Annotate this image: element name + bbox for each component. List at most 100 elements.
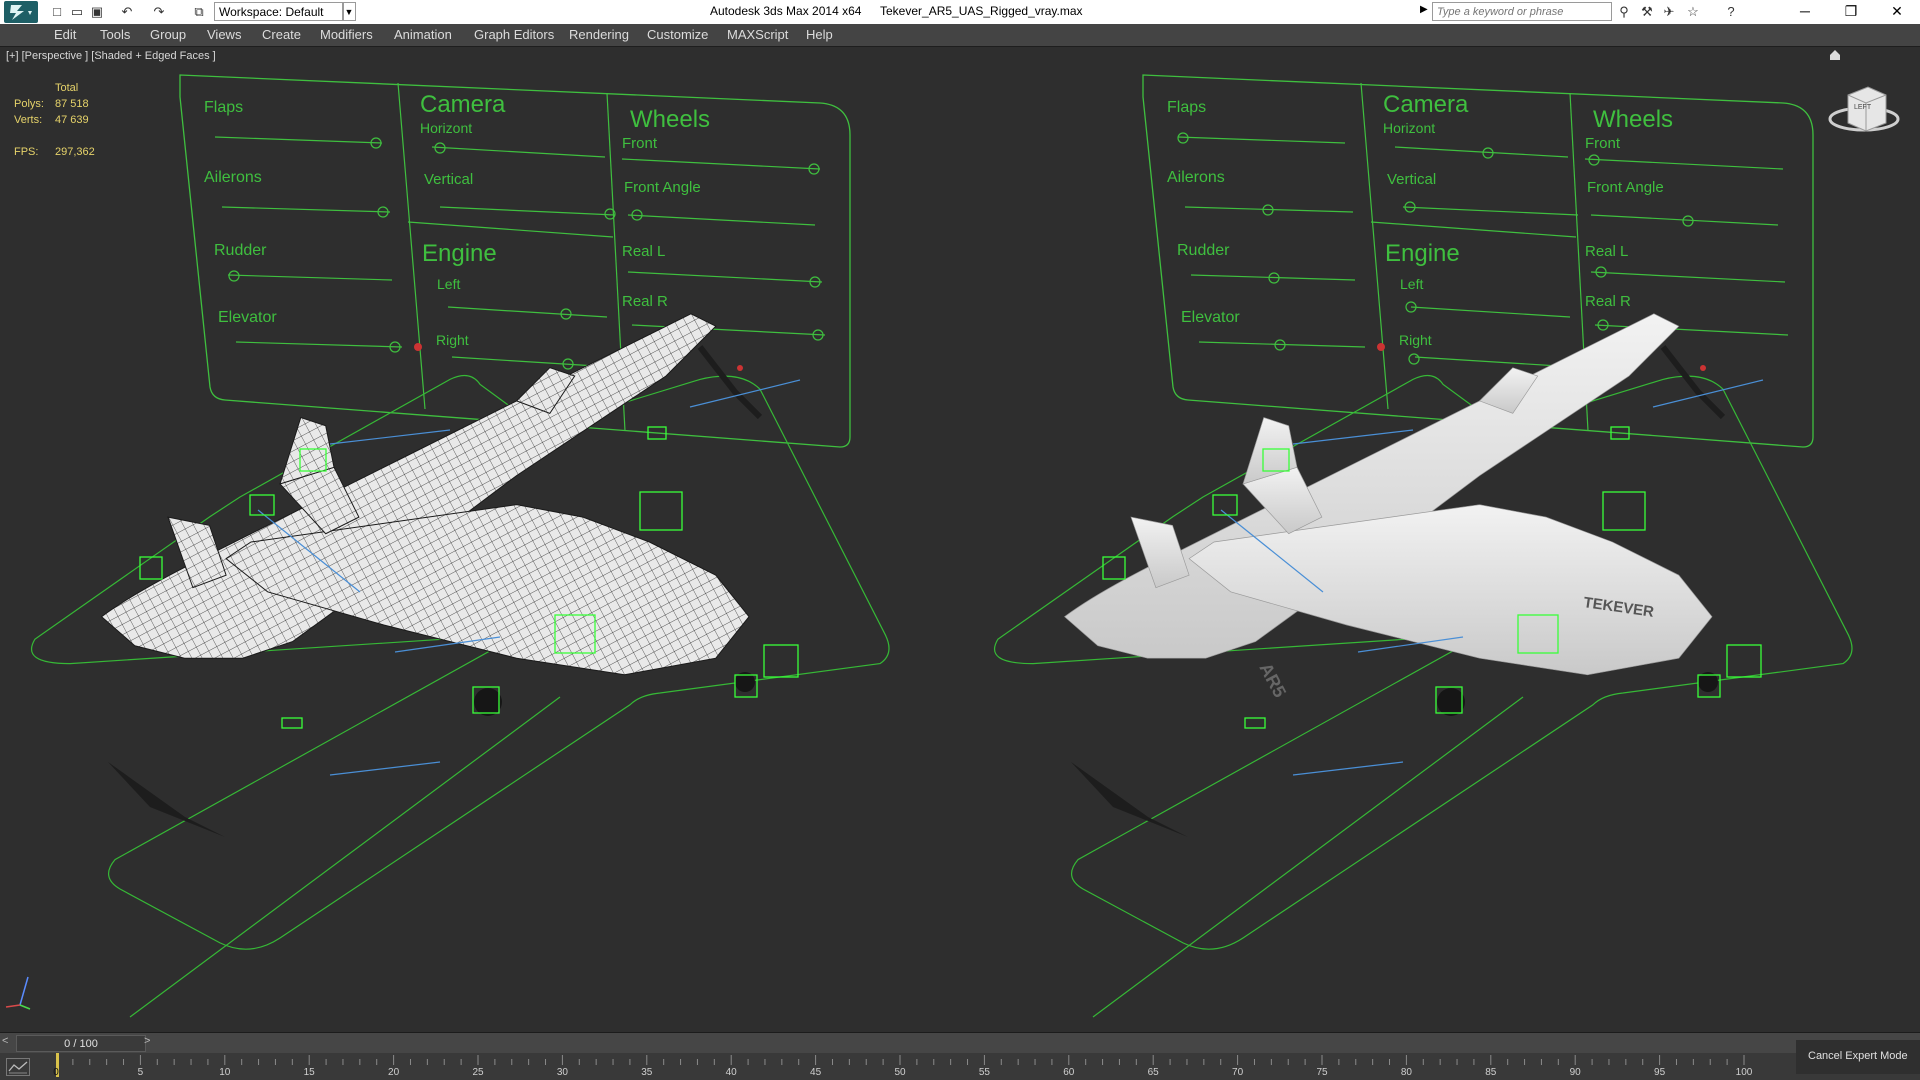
rig-label-left[interactable]: Left (437, 276, 460, 292)
curve-editor-icon[interactable] (6, 1058, 30, 1076)
frame-tick-label: 30 (556, 1067, 568, 1078)
perspective-viewport[interactable]: TEKEVER AR5 Flaps Ailerons Rudder Elevat… (0, 47, 1920, 1032)
rig-label-flaps[interactable]: Flaps (204, 99, 243, 116)
menu-rendering[interactable]: Rendering (569, 27, 629, 42)
rig-label-vertical[interactable]: Vertical (1387, 171, 1436, 188)
search-expand-icon[interactable]: ▶ (1420, 4, 1428, 15)
menu-views[interactable]: Views (207, 27, 241, 42)
workspace-dropdown[interactable]: Workspace: Default (214, 2, 344, 21)
menu-tools[interactable]: Tools (100, 27, 130, 42)
rig-title-wheels: Wheels (1593, 106, 1673, 133)
rig-title-wheels: Wheels (630, 106, 710, 133)
stats-polys-label: Polys: (14, 98, 44, 110)
binoculars-icon[interactable]: ⚲ (1615, 3, 1633, 21)
workspace-arrow-icon[interactable]: ▼ (342, 2, 356, 21)
rig-label-real-r[interactable]: Real R (622, 293, 668, 310)
rig-labels-right: Flaps Ailerons Rudder Elevator Camera Ho… (1167, 91, 1673, 348)
time-slider-thumb[interactable]: 0 / 100 (16, 1035, 146, 1052)
menu-graph-editors[interactable]: Graph Editors (474, 27, 554, 42)
rig-label-horizont[interactable]: Horizont (1383, 120, 1435, 136)
menu-group[interactable]: Group (150, 27, 186, 42)
rig-label-rudder[interactable]: Rudder (214, 242, 267, 259)
rig-label-flaps[interactable]: Flaps (1167, 99, 1206, 116)
favorites-star-icon[interactable]: ☆ (1684, 3, 1702, 21)
viewcube-face-label: LEFT (1854, 104, 1872, 111)
frame-tick-label: 20 (388, 1067, 400, 1078)
rig-label-vertical[interactable]: Vertical (424, 171, 473, 188)
menu-bar: Edit Tools Group Views Create Modifiers … (0, 24, 1920, 47)
rig-title-camera: Camera (1383, 91, 1469, 118)
menu-animation[interactable]: Animation (394, 27, 452, 42)
project-folder-icon[interactable]: ⧉ (190, 3, 208, 21)
menu-modifiers[interactable]: Modifiers (320, 27, 373, 42)
frame-tick-label: 25 (472, 1067, 484, 1078)
viewport-scene: TEKEVER AR5 Flaps Ailerons Rudder Elevat… (5, 50, 1900, 1018)
menu-edit[interactable]: Edit (54, 27, 76, 42)
stats-verts-value: 47 639 (55, 114, 89, 126)
frame-tick-label: 80 (1400, 1067, 1412, 1078)
frame-tick-label: 95 (1654, 1067, 1666, 1078)
time-slider[interactable]: < 0 / 100 > (0, 1032, 1920, 1054)
time-slider-next-button[interactable]: > (144, 1035, 150, 1047)
rig-label-front-angle[interactable]: Front Angle (624, 179, 701, 196)
stats-verts-label: Verts: (14, 114, 43, 126)
frame-tick-label: 45 (810, 1067, 822, 1078)
rig-label-front[interactable]: Front (622, 135, 658, 152)
search-input[interactable] (1432, 2, 1612, 21)
menu-customize[interactable]: Customize (647, 27, 708, 42)
rig-label-front-angle[interactable]: Front Angle (1587, 179, 1664, 196)
rig-label-real-r[interactable]: Real R (1585, 293, 1631, 310)
rig-label-right[interactable]: Right (436, 332, 469, 348)
frame-tick-label: 60 (1063, 1067, 1075, 1078)
frame-tick-label: 100 (1735, 1067, 1753, 1078)
time-slider-prev-button[interactable]: < (2, 1035, 8, 1047)
frame-tick-label: 50 (894, 1067, 906, 1078)
cancel-expert-mode-label: Cancel Expert Mode (1808, 1050, 1908, 1062)
frame-tick-label: 10 (219, 1067, 231, 1078)
minimize-icon[interactable]: ─ (1782, 0, 1828, 24)
frame-tick-label: 75 (1316, 1067, 1328, 1078)
rig-label-ailerons[interactable]: Ailerons (204, 169, 262, 186)
rig-label-rudder[interactable]: Rudder (1177, 242, 1230, 259)
close-icon[interactable]: ✕ (1874, 0, 1920, 24)
rig-label-elevator[interactable]: Elevator (1181, 309, 1240, 326)
rig-label-elevator[interactable]: Elevator (218, 309, 277, 326)
file-name: Tekever_AR5_UAS_Rigged_vray.max (880, 4, 1083, 18)
viewport-label[interactable]: [+] [Perspective ] [Shaded + Edged Faces… (6, 50, 216, 62)
app-title: Autodesk 3ds Max 2014 x64 (710, 4, 862, 18)
aircraft-tail-label: AR5 (1255, 659, 1290, 700)
redo-icon[interactable]: ↷ (150, 3, 168, 21)
rig-label-left[interactable]: Left (1400, 276, 1423, 292)
communication-icon[interactable]: ✈ (1660, 3, 1678, 21)
help-icon[interactable]: ? (1722, 3, 1740, 21)
rig-label-real-l[interactable]: Real L (622, 243, 665, 260)
track-bar[interactable]: 5 10 15 20 25 30 35 40 45 50 55 60 65 70 75 80 85 90 95 100… (0, 1053, 1920, 1080)
viewcube[interactable]: LEFT (1828, 86, 1900, 132)
rig-title-engine: Engine (422, 240, 497, 267)
rig-label-real-l[interactable]: Real L (1585, 243, 1628, 260)
right-scene: TEKEVER AR5 (993, 74, 1853, 1018)
restore-icon[interactable]: ❐ (1828, 0, 1874, 24)
subscription-icon[interactable]: ⚒ (1638, 3, 1656, 21)
left-scene (30, 74, 890, 1018)
frame-tick-label: 35 (641, 1067, 653, 1078)
rig-label-right[interactable]: Right (1399, 332, 1432, 348)
menu-create[interactable]: Create (262, 27, 301, 42)
app-logo-icon[interactable] (4, 1, 38, 23)
cancel-expert-mode-button[interactable]: Cancel Expert Mode (1796, 1040, 1920, 1074)
rig-title-engine: Engine (1385, 240, 1460, 267)
rig-label-horizont[interactable]: Horizont (420, 120, 472, 136)
title-bar: □ ▭ ▣ ↶ ↷ ⧉ Workspace: Default ▼ Autodes… (0, 0, 1920, 24)
rig-label-front[interactable]: Front (1585, 135, 1621, 152)
save-file-icon[interactable]: ▣ (88, 3, 106, 21)
stats-fps-value: 297,362 (55, 146, 95, 158)
undo-icon[interactable]: ↶ (118, 3, 136, 21)
rig-label-ailerons[interactable]: Ailerons (1167, 169, 1225, 186)
axis-tripod-icon (5, 976, 31, 1010)
menu-maxscript[interactable]: MAXScript (727, 27, 788, 42)
new-file-icon[interactable]: □ (48, 3, 66, 21)
home-icon[interactable] (1830, 50, 1840, 60)
open-file-icon[interactable]: ▭ (68, 3, 86, 21)
current-frame-label: 0 (53, 1067, 59, 1078)
menu-help[interactable]: Help (806, 27, 833, 42)
